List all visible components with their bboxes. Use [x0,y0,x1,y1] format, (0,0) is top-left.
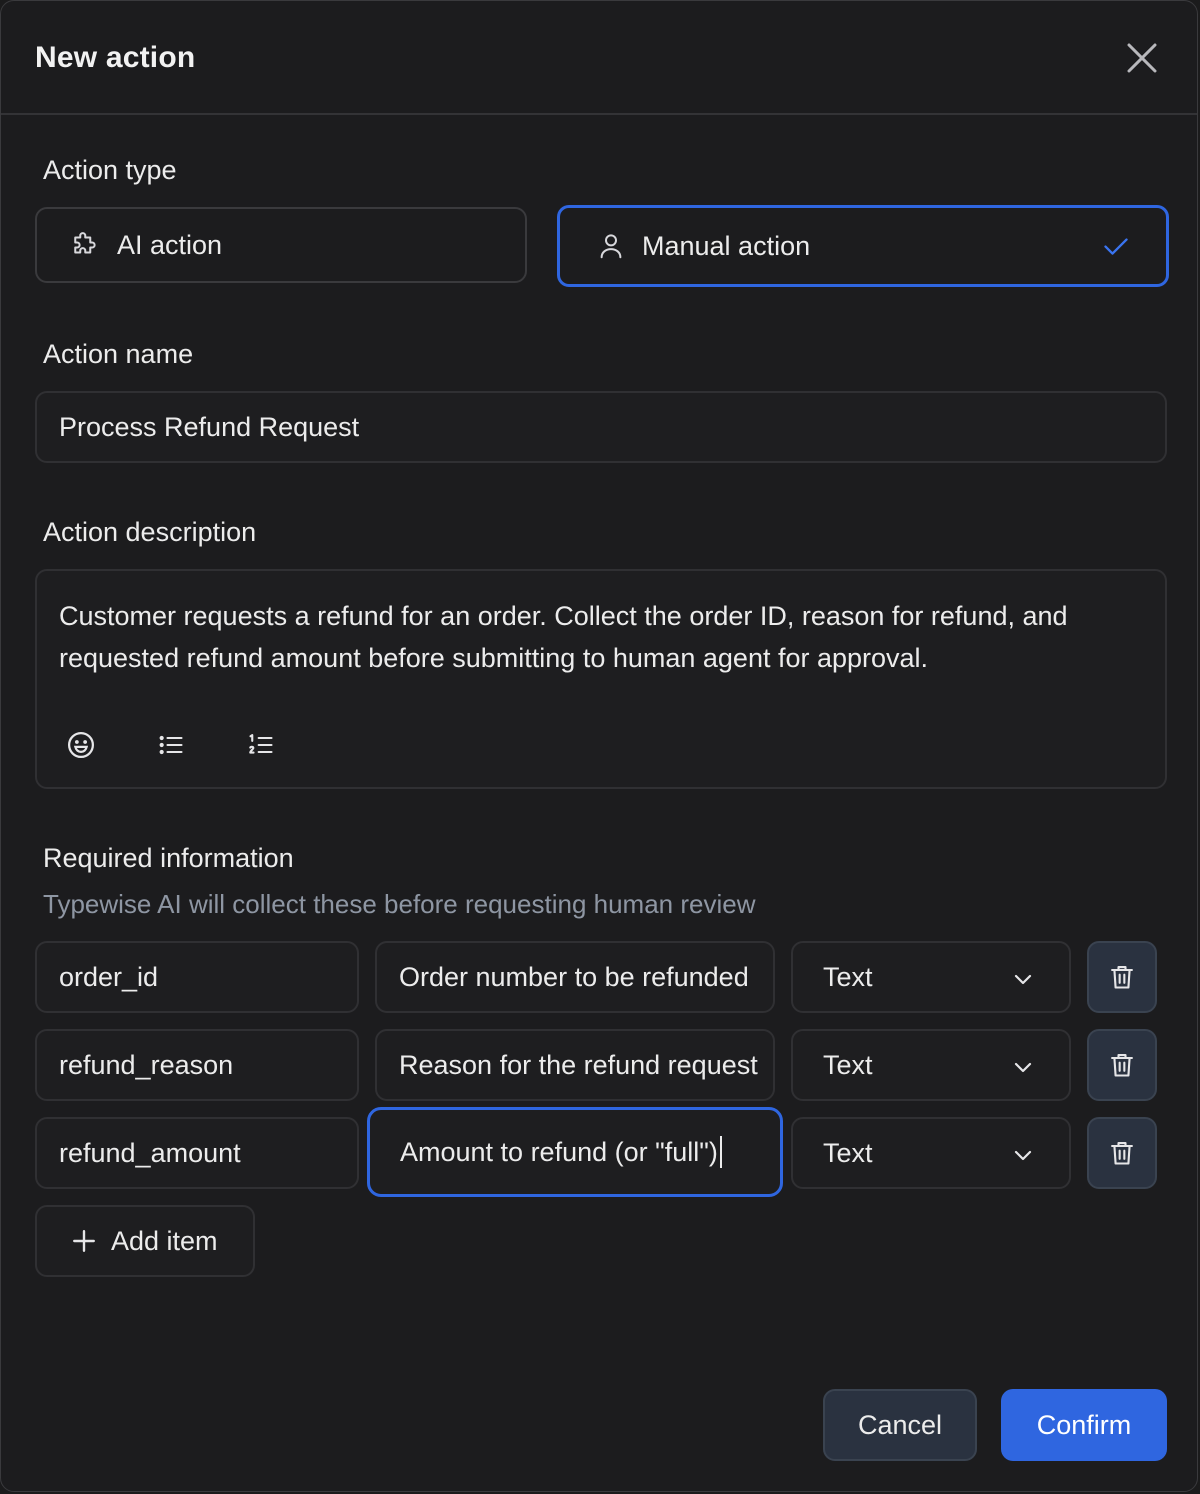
numbered-list-icon [249,734,273,754]
delete-item-button[interactable] [1087,1117,1157,1189]
item-description-value: Reason for the refund request [399,1049,758,1080]
item-name-value: refund_amount [59,1137,241,1168]
numbered-list-button[interactable] [243,727,279,763]
emoji-icon [68,732,94,758]
dialog-header: New action [1,1,1197,115]
trash-icon [1111,1054,1133,1077]
item-type-select[interactable]: Text [791,1029,1071,1101]
user-icon [596,231,626,261]
item-description-input[interactable]: Order number to be refunded [375,941,775,1013]
delete-item-button[interactable] [1087,941,1157,1013]
item-description-value: Amount to refund (or "full") [400,1136,718,1167]
trash-icon [1111,1142,1133,1165]
item-type-select[interactable]: Text [791,941,1071,1013]
item-name-input[interactable]: order_id [35,941,359,1013]
required-info-hint: Typewise AI will collect these before re… [43,889,756,919]
emoji-button[interactable] [63,727,99,763]
item-description-input[interactable]: Reason for the refund request [375,1029,775,1101]
action-description-textarea[interactable]: Customer requests a refund for an order.… [35,569,1167,789]
confirm-button[interactable]: Confirm [1001,1389,1167,1461]
checkmark-icon [1102,232,1130,260]
item-type-value: Text [823,1049,873,1080]
required-info-label: Required information [43,843,294,873]
close-button[interactable] [1119,35,1165,81]
puzzle-icon [69,230,99,260]
manual-action-label: Manual action [642,230,811,261]
dialog-title: New action [35,41,196,74]
item-name-value: order_id [59,961,159,992]
add-item-label: Add item [111,1225,218,1256]
new-action-dialog: New action Action type AI action Manual … [0,0,1198,1492]
action-type-label: Action type [43,155,177,185]
manual-action-option[interactable]: Manual action [557,205,1169,287]
item-description-value: Order number to be refunded [399,961,749,992]
action-description-label: Action description [43,517,257,547]
action-description-value: Customer requests a refund for an order.… [59,601,1068,673]
plus-icon [71,1228,97,1254]
close-icon [1127,43,1157,73]
add-item-button[interactable]: Add item [35,1205,255,1277]
ai-action-option[interactable]: AI action [35,207,527,283]
trash-icon [1111,966,1133,989]
delete-item-button[interactable] [1087,1029,1157,1101]
item-name-input[interactable]: refund_reason [35,1029,359,1101]
action-name-value: Process Refund Request [59,411,360,442]
cancel-button[interactable]: Cancel [823,1389,977,1461]
chevron-down-icon [1011,1143,1035,1167]
chevron-down-icon [1011,1055,1035,1079]
text-cursor [719,1136,722,1168]
bullet-list-button[interactable] [153,727,189,763]
action-name-input[interactable]: Process Refund Request [35,391,1167,463]
item-type-value: Text [823,961,873,992]
item-type-value: Text [823,1137,873,1168]
chevron-down-icon [1011,967,1035,991]
bullet-list-icon [159,735,183,755]
item-description-input[interactable]: Amount to refund (or "full") [367,1107,783,1197]
ai-action-label: AI action [117,229,223,260]
item-name-input[interactable]: refund_amount [35,1117,359,1189]
item-name-value: refund_reason [59,1049,234,1080]
item-type-select[interactable]: Text [791,1117,1071,1189]
action-name-label: Action name [43,339,194,369]
